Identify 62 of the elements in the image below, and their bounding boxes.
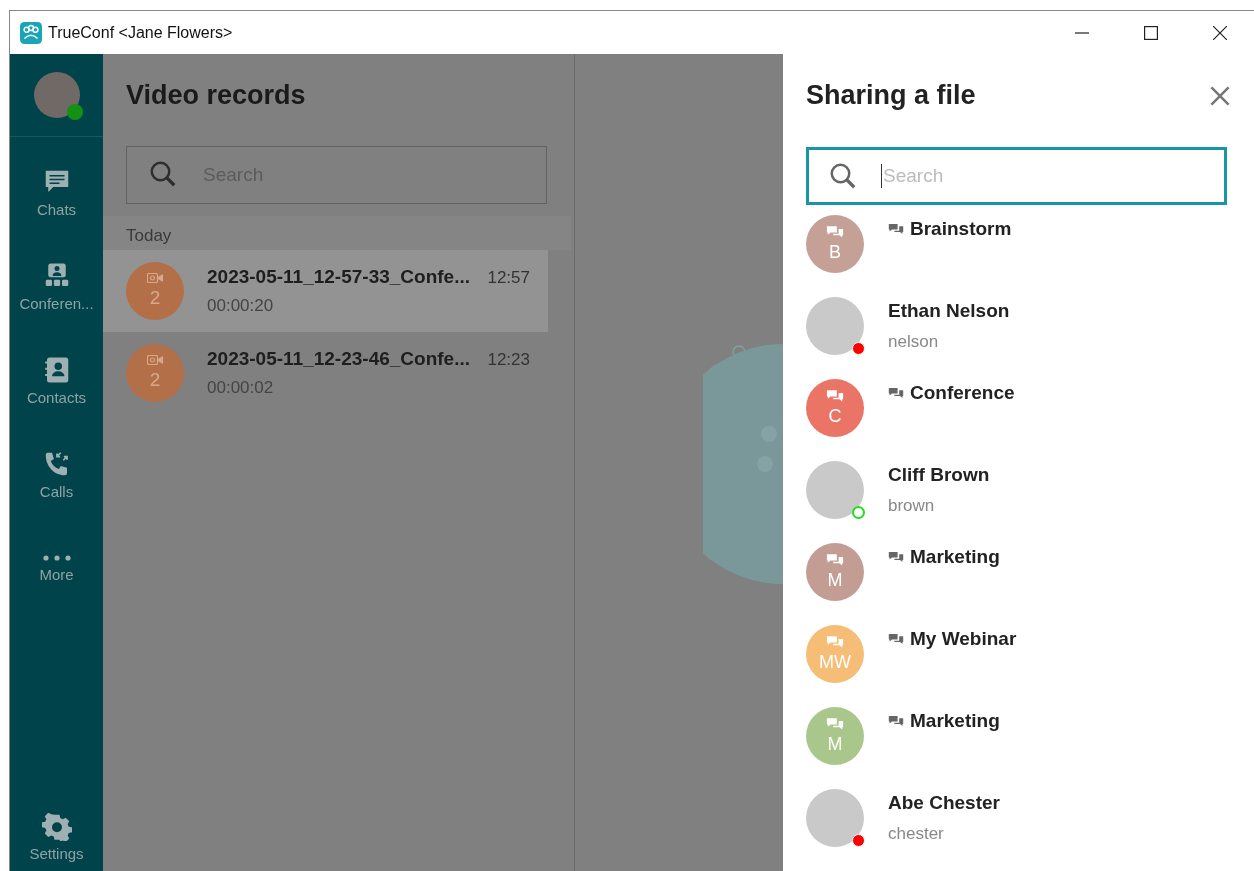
search-field[interactable]: Search (806, 147, 1227, 205)
contact-name: Marketing (910, 710, 1000, 732)
contact-name: Ethan Nelson (888, 300, 1010, 322)
record-title: 2023-05-11_12-23-46_Confe... (207, 348, 470, 370)
contact-name: Marketing (910, 546, 1000, 568)
maximize-icon (1143, 25, 1158, 40)
contact-name: Abe Chester (888, 792, 1000, 814)
chat-bubbles-icon (888, 222, 904, 236)
record-item[interactable]: 2 2023-05-11_12-57-33_Confe... 12:57 00:00:20 (103, 250, 548, 332)
group-avatar: C (806, 379, 864, 437)
record-avatar: 2 (126, 262, 184, 320)
profile-photo-placeholder[interactable] (33, 72, 80, 118)
nav-item[interactable]: Chats (10, 145, 103, 239)
video-camera-icon (147, 273, 163, 283)
contact-item[interactable]: Ethan Nelson nelson (783, 297, 1254, 379)
nav-item[interactable]: Contacts (10, 333, 103, 427)
close-icon (1212, 25, 1227, 40)
contact-item[interactable]: M Marketing (783, 707, 1254, 789)
record-duration: 00:00:20 (207, 296, 275, 316)
app-logo-icon (20, 21, 42, 44)
chat-bubbles-icon (888, 386, 904, 400)
contact-item[interactable]: B Brainstorm (783, 215, 1254, 297)
record-item[interactable]: 2 2023-05-11_12-23-46_Confe... 12:23 00:00:02 (103, 332, 548, 414)
settings-nav-item[interactable]: Settings (10, 801, 103, 871)
contact-login: brown (888, 496, 936, 516)
chat-bubbles-icon (888, 550, 904, 564)
contact-item[interactable]: C Conference (783, 379, 1254, 461)
search-icon (148, 159, 178, 189)
record-duration: 00:00:02 (207, 378, 275, 398)
record-time: 12:57 (487, 268, 530, 288)
group-avatar: MW (806, 625, 864, 683)
more-dots-icon (41, 553, 72, 562)
minimize-icon (1074, 31, 1089, 34)
panel-title: Sharing a file (806, 80, 976, 111)
contact-name: Brainstorm (910, 218, 1012, 240)
group-avatar: M (806, 707, 864, 765)
contact-item[interactable]: M Marketing (783, 543, 1254, 625)
contact-item[interactable]: Abe Chester chester (783, 789, 1254, 871)
chat-bubbles-icon (888, 714, 904, 728)
nav-item[interactable]: More (10, 521, 103, 615)
contact-item[interactable]: Cliff Brown brown (783, 461, 1254, 543)
group-avatar: B (806, 215, 864, 273)
contact-name: My Webinar (910, 628, 1017, 650)
contact-name: Cliff Brown (888, 464, 990, 486)
record-avatar: 2 (126, 344, 184, 402)
chat-bubbles-icon (888, 632, 904, 646)
text-cursor (881, 164, 882, 188)
contact-name: Conference (910, 382, 1015, 404)
contact-item[interactable]: MW My Webinar (783, 625, 1254, 707)
window-title: TrueConf <Jane Flowers> (48, 23, 233, 42)
video-camera-icon (147, 355, 163, 365)
record-time: 12:23 (487, 350, 530, 370)
group-label: Today (103, 216, 571, 250)
group-avatar: M (806, 543, 864, 601)
nav-item[interactable]: Conferen... (10, 239, 103, 333)
search-icon (828, 161, 858, 191)
settings-icon (41, 810, 72, 841)
contact-login: chester (888, 824, 945, 844)
nav-item[interactable]: Calls (10, 427, 103, 521)
contact-login: nelson (888, 332, 940, 352)
record-title: 2023-05-11_12-57-33_Confe... (207, 266, 470, 288)
panel-title: Video records (126, 80, 307, 111)
